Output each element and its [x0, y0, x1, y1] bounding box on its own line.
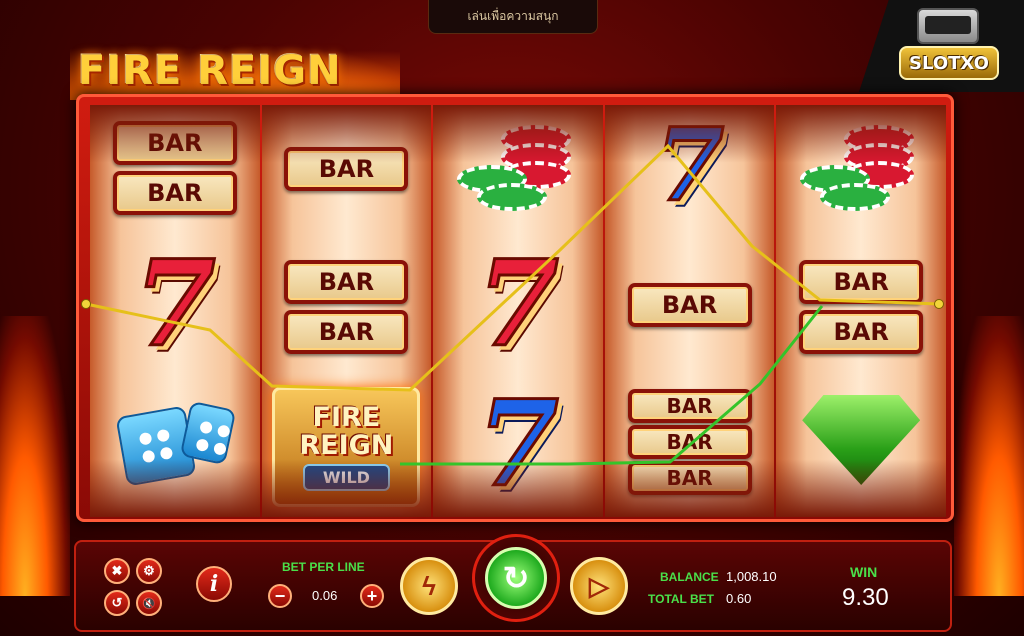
autoplay-icon: ▷ [589, 570, 609, 601]
reel-3-symbol-seven: 7 [433, 234, 603, 373]
minus-icon: − [274, 585, 286, 606]
bar-symbol: BAR [112, 171, 237, 215]
spin-inner: ↻ [485, 547, 547, 609]
brand-plate: SLOTXO [899, 46, 999, 80]
wild-line-2: REIGN [299, 429, 394, 461]
total-bet-label: TOTAL BET [648, 592, 714, 606]
bar-symbol: BAR [284, 147, 409, 191]
reel-2: BAR BAR BAR FIRE REIGN WILD [261, 105, 432, 517]
wild-badge: WILD [302, 463, 390, 491]
reel-1-symbol-bar: BAR [90, 121, 260, 165]
reel-2-symbol-bar: BAR [262, 147, 432, 191]
info-button[interactable]: i [196, 566, 232, 602]
play-for-fun-banner: เล่นเพื่อความสนุก [428, 0, 598, 34]
gear-icon: ⚙ [143, 563, 155, 578]
reels: BAR BAR 7 BAR BAR BAR FIRE REIGN WILD 7 … [89, 105, 947, 517]
reel-4-symbol-bar: BAR [605, 283, 775, 327]
spin-button[interactable]: ↻ [472, 534, 560, 622]
reel-2-symbol-bar: BAR [262, 310, 432, 354]
reel-4-symbol-bar: BAR [605, 461, 775, 495]
reel-5-symbol-chips [776, 117, 946, 217]
balance-value: 1,008.10 [726, 569, 777, 584]
bar-symbol: BAR [112, 121, 237, 165]
bet-decrease-button[interactable]: − [268, 584, 292, 608]
fullscreen-button[interactable]: ✖ [104, 558, 130, 584]
mute-button[interactable]: 🔇 [136, 590, 162, 616]
info-icon: i [209, 571, 219, 597]
green-chip-icon [820, 183, 891, 211]
red-seven-symbol: 7 [132, 234, 217, 373]
brand-logo-text: SLOTXO [909, 52, 989, 74]
reel-4-symbol-bar: BAR [605, 389, 775, 423]
poker-chips-symbol [796, 117, 926, 217]
reel-4-symbol-bar: BAR [605, 425, 775, 459]
balance-label: BALANCE [660, 570, 719, 584]
payline-marker-right [934, 299, 944, 309]
wild-symbol: FIRE REIGN WILD [272, 387, 421, 507]
red-seven-symbol: 7 [475, 234, 560, 373]
banner-text: เล่นเพื่อความสนุก [467, 9, 559, 23]
green-chip-icon [476, 183, 547, 211]
bet-per-line-value: 0.06 [312, 588, 338, 603]
blue-seven-symbol: 7 [653, 106, 726, 224]
reel-5-symbol-diamond [776, 395, 946, 485]
game-logo: FIRE REIGN [70, 28, 400, 100]
reel-1-symbol-bar: BAR [90, 171, 260, 215]
close-icon: ✖ [111, 563, 123, 578]
win-label: WIN [850, 564, 878, 580]
autoplay-button[interactable]: ▷ [570, 557, 628, 615]
background-flame-right [954, 316, 1024, 596]
reel-2-symbol-wild: FIRE REIGN WILD [262, 387, 432, 507]
lightning-icon: ϟ [422, 570, 436, 601]
bet-increase-button[interactable]: + [360, 584, 384, 608]
brand-logo: SLOTXO [859, 0, 1024, 92]
bar-symbol: BAR [799, 310, 924, 354]
history-icon: ↺ [111, 595, 123, 610]
bar-symbol: BAR [627, 283, 752, 327]
reel-1-symbol-dice [90, 395, 260, 487]
plus-icon: + [366, 585, 378, 606]
dice-symbol [115, 395, 237, 487]
reel-1-symbol-seven: 7 [90, 234, 260, 373]
poker-chips-symbol [453, 117, 583, 217]
wild-line-1: FIRE [312, 401, 381, 433]
win-value: 9.30 [842, 584, 889, 611]
bar-symbol: BAR [627, 425, 752, 459]
bar-symbol: BAR [627, 461, 752, 495]
reel-2-symbol-bar: BAR [262, 260, 432, 304]
reel-3-symbol-seven: 7 [433, 374, 603, 513]
reel-5-symbol-bar: BAR [776, 260, 946, 304]
reel-5-symbol-bar: BAR [776, 310, 946, 354]
reel-1: BAR BAR 7 [90, 105, 260, 517]
reel-frame: BAR BAR 7 BAR BAR BAR FIRE REIGN WILD 7 … [76, 94, 954, 522]
reel-4-symbol-seven: 7 [605, 106, 775, 224]
mute-icon: 🔇 [142, 597, 156, 610]
diamond-symbol [802, 395, 921, 485]
bar-symbol: BAR [799, 260, 924, 304]
bar-symbol: BAR [284, 260, 409, 304]
settings-button[interactable]: ⚙ [136, 558, 162, 584]
background-flame-left [0, 316, 70, 596]
bet-per-line-label: BET PER LINE [282, 560, 365, 574]
slot-machine-icon [917, 8, 979, 44]
spin-arrow-icon: ↻ [502, 560, 530, 596]
die-icon [179, 400, 237, 466]
history-button[interactable]: ↺ [104, 590, 130, 616]
turbo-button[interactable]: ϟ [400, 557, 458, 615]
total-bet-value: 0.60 [726, 591, 752, 606]
reel-3: 7 7 [433, 105, 603, 517]
control-bar: ✖ ⚙ ↺ 🔇 i BET PER LINE − 0.06 + ϟ ↻ ▷ BA… [74, 534, 952, 632]
bar-symbol: BAR [284, 310, 409, 354]
bar-symbol: BAR [627, 389, 752, 423]
payline-marker-left [81, 299, 91, 309]
game-logo-text: FIRE REIGN [78, 48, 342, 94]
reel-5: BAR BAR [776, 105, 946, 517]
reel-4: 7 BAR BAR BAR BAR [604, 105, 775, 517]
reel-3-symbol-chips [433, 117, 603, 217]
blue-seven-symbol: 7 [475, 374, 560, 513]
